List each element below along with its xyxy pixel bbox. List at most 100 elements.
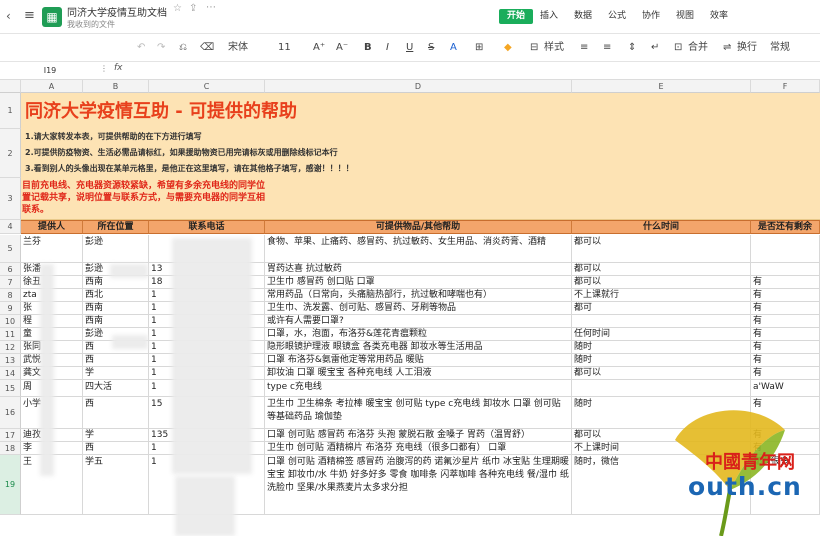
align-vertical-icon[interactable]: ⇕	[628, 41, 636, 55]
merge-button[interactable]: 合并	[688, 41, 708, 55]
more-icon[interactable]: ⋯	[206, 2, 216, 13]
row-header-19[interactable]: 19	[0, 455, 21, 515]
font-color-icon[interactable]: A	[450, 41, 457, 55]
instruction-3[interactable]: 3.看到别人的头像出现在某单元格里，是他正在这里填写，请在其他格子填写，感谢！！…	[25, 163, 354, 174]
star-icon[interactable]: ☆	[173, 3, 182, 14]
cell-d-row-13[interactable]: 口罩 布洛芬&氨雷他定等常用药品 暖贴	[265, 354, 572, 367]
menu-icon[interactable]: ≡	[24, 8, 35, 23]
row-header-1[interactable]: 1	[0, 93, 21, 129]
header-time[interactable]: 什么时间	[572, 220, 751, 234]
cell-b-row-10[interactable]: 西南	[83, 315, 149, 328]
align-left-icon[interactable]: ≡	[580, 41, 588, 55]
row-header-3[interactable]: 3	[0, 178, 21, 220]
cell-b-row-5[interactable]: 彭逊	[83, 235, 149, 263]
tab-efficiency[interactable]: 效率	[710, 9, 728, 24]
cell-f-row-9[interactable]: 有	[751, 302, 820, 315]
tab-insert[interactable]: 插入	[540, 9, 558, 24]
row-header-6[interactable]: 6	[0, 263, 21, 276]
style-icon[interactable]: ⊟	[530, 41, 538, 55]
charger-notice[interactable]: 目前充电线、充电器资源较紧缺，希望有多余充电线的同学位置记载共享，说明位置与联系…	[22, 180, 272, 216]
cell-a-row-5[interactable]: 兰芬	[21, 235, 83, 263]
undo-icon[interactable]: ↶	[137, 41, 145, 55]
col-header-d[interactable]: D	[265, 80, 572, 93]
row-header-8[interactable]: 8	[0, 289, 21, 302]
tab-formula[interactable]: 公式	[608, 9, 626, 24]
cell-e-row-12[interactable]: 随时	[572, 341, 751, 354]
autowrap-icon[interactable]: ⇌	[723, 41, 731, 55]
row-header-12[interactable]: 12	[0, 341, 21, 354]
wrap-icon[interactable]: ↵	[651, 41, 659, 55]
instruction-2[interactable]: 2.可提供防疫物资、生活必需品请标红，如果援助物资已用完请标灰或用删除线标记本行	[25, 147, 338, 158]
formula-dropdown-icon[interactable]: ⋮	[100, 64, 108, 73]
cell-f-row-5[interactable]	[751, 235, 820, 263]
fill-color-icon[interactable]: ◆	[504, 41, 512, 55]
cell-name-box[interactable]: I19	[4, 64, 96, 78]
corner-select-all[interactable]	[0, 80, 21, 93]
cell-d-row-14[interactable]: 卸妆油 口罩 暖宝宝 各种充电线 人工泪液	[265, 367, 572, 380]
cell-d-row-9[interactable]: 卫生巾、洗发露、创可贴、感冒药、牙刷等物品	[265, 302, 572, 315]
row-header-4[interactable]: 4	[0, 220, 21, 234]
cell-f-row-11[interactable]: 有	[751, 328, 820, 341]
cell-d-row-8[interactable]: 常用药品（日常向，头痛脑热部行，抗过敏和哮喘也有）	[265, 289, 572, 302]
style-button[interactable]: 样式	[544, 41, 564, 55]
cell-b-row-15[interactable]: 四大活	[83, 380, 149, 397]
cell-e-row-7[interactable]: 都可以	[572, 276, 751, 289]
row-header-15[interactable]: 15	[0, 380, 21, 397]
cell-d-row-11[interactable]: 口罩，水，泡面，布洛芬&莲花青瘟颗粒	[265, 328, 572, 341]
font-size-select[interactable]: 11	[278, 41, 291, 55]
redo-icon[interactable]: ↷	[157, 41, 165, 55]
row-header-18[interactable]: 18	[0, 442, 21, 455]
italic-button[interactable]: I	[386, 41, 389, 55]
cell-d-row-6[interactable]: 胃药达喜 抗过敏药	[265, 263, 572, 276]
font-family-select[interactable]: 宋体	[228, 41, 248, 55]
row-header-2[interactable]: 2	[0, 129, 21, 178]
cell-e-row-10[interactable]	[572, 315, 751, 328]
row-header-7[interactable]: 7	[0, 276, 21, 289]
row-header-11[interactable]: 11	[0, 328, 21, 341]
cell-f-row-7[interactable]: 有	[751, 276, 820, 289]
col-header-e[interactable]: E	[572, 80, 751, 93]
share-icon[interactable]: ⇪	[189, 3, 197, 14]
merge-icon[interactable]: ⊡	[674, 41, 682, 55]
col-header-a[interactable]: A	[21, 80, 83, 93]
cell-e-row-5[interactable]: 都可以	[572, 235, 751, 263]
cell-d-row-19[interactable]: 口罩 创可贴 酒精棉签 感冒药 治腹泻的药 诺氟沙星片 纸巾 冰宝贴 生理期暖宝…	[265, 455, 572, 515]
row-header-13[interactable]: 13	[0, 354, 21, 367]
col-header-c[interactable]: C	[149, 80, 265, 93]
cell-b-row-14[interactable]: 学	[83, 367, 149, 380]
cell-b-row-17[interactable]: 学	[83, 429, 149, 442]
cell-f-row-13[interactable]: 有	[751, 354, 820, 367]
tab-collab[interactable]: 协作	[642, 9, 660, 24]
cell-b-row-18[interactable]: 西	[83, 442, 149, 455]
cell-d-row-5[interactable]: 食物、苹果、止痛药、感冒药、抗过敏药、女生用品、消炎药膏、酒精	[265, 235, 572, 263]
font-grow-icon[interactable]: A⁺	[313, 41, 325, 55]
cell-f-row-6[interactable]	[751, 263, 820, 276]
sheet-title[interactable]: 同济大学疫情互助 - 可提供的帮助	[25, 97, 297, 123]
cell-e-row-14[interactable]: 都可以	[572, 367, 751, 380]
header-location[interactable]: 所在位置	[83, 220, 149, 234]
cell-b-row-19[interactable]: 学五	[83, 455, 149, 515]
strike-button[interactable]: S	[428, 41, 434, 55]
format-painter-icon[interactable]: ⎌	[179, 41, 187, 55]
header-provider[interactable]: 提供人	[21, 220, 83, 234]
number-format-select[interactable]: 常规	[770, 41, 790, 55]
cell-f-row-14[interactable]: 有	[751, 367, 820, 380]
cell-f-row-10[interactable]: 有	[751, 315, 820, 328]
row-header-9[interactable]: 9	[0, 302, 21, 315]
back-icon[interactable]: ‹	[6, 9, 11, 23]
cell-b-row-16[interactable]: 西	[83, 397, 149, 429]
cell-d-row-10[interactable]: 或许有人需要口罩?	[265, 315, 572, 328]
cell-b-row-8[interactable]: 西北	[83, 289, 149, 302]
align-center-icon[interactable]: ≡	[603, 41, 611, 55]
tab-data[interactable]: 数据	[574, 9, 592, 24]
cell-f-row-12[interactable]: 有	[751, 341, 820, 354]
cell-b-row-13[interactable]: 西	[83, 354, 149, 367]
tab-start[interactable]: 开始	[499, 9, 534, 24]
header-remaining[interactable]: 是否还有剩余	[751, 220, 820, 234]
row-header-5[interactable]: 5	[0, 235, 21, 263]
font-shrink-icon[interactable]: A⁻	[336, 41, 348, 55]
bold-button[interactable]: B	[364, 41, 372, 55]
row-header-14[interactable]: 14	[0, 367, 21, 380]
border-icon[interactable]: ⊞	[475, 41, 483, 55]
cell-e-row-6[interactable]: 都可以	[572, 263, 751, 276]
